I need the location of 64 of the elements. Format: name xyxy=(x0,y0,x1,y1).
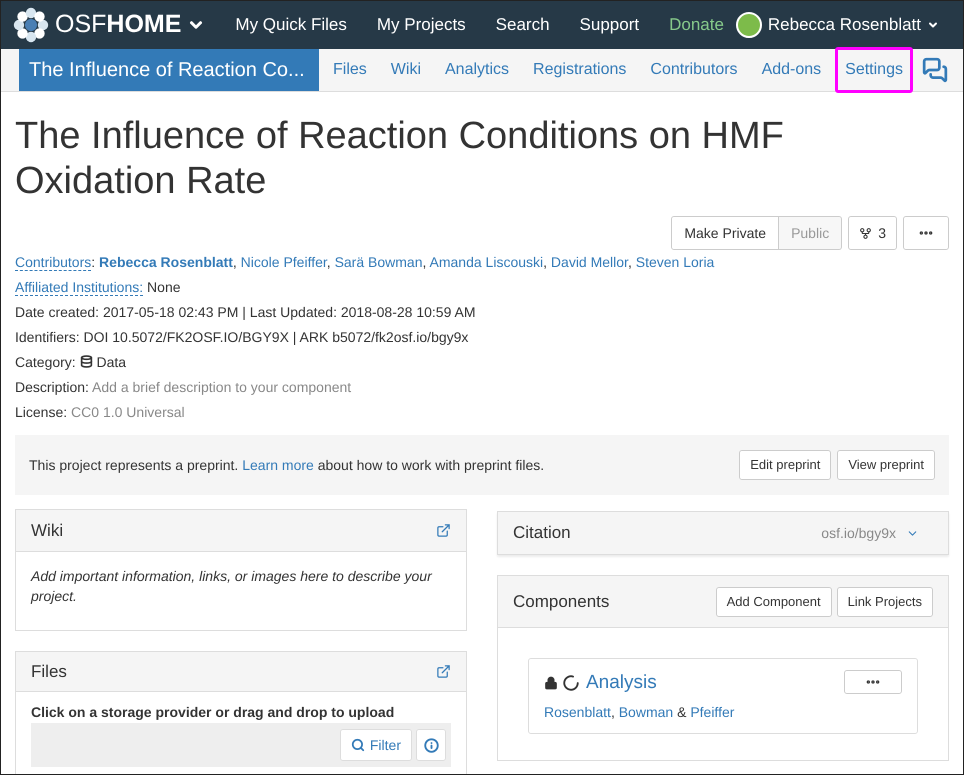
name-link[interactable]: Steven Loria xyxy=(636,254,714,270)
project-title: The Influence of Reaction Conditions on HMF Oxidation Rate xyxy=(15,114,785,204)
loading-icon xyxy=(562,674,580,692)
component-action-button[interactable]: Add Component xyxy=(716,586,832,616)
user-menu[interactable]: Rebecca Rosenblatt xyxy=(736,12,939,38)
nav-link[interactable]: Search xyxy=(496,12,550,38)
name-link[interactable]: Learn more xyxy=(242,456,314,472)
nav-link[interactable]: My Quick Files xyxy=(235,12,347,38)
preprint-button[interactable]: Edit preprint xyxy=(739,450,832,480)
citation-link: osf.io/bgy9x xyxy=(821,524,896,543)
wiki-intro-text: Add important information, links, or images here to describe your project. xyxy=(30,567,434,606)
logo-icon xyxy=(13,7,49,43)
nav-link[interactable]: Donate xyxy=(669,12,724,38)
name-link[interactable]: Sarä Bowman xyxy=(334,254,422,270)
external-link-icon[interactable] xyxy=(436,664,451,679)
nav-link[interactable]: Support xyxy=(580,12,640,38)
search-icon xyxy=(350,738,365,752)
project-tab[interactable]: Wiki xyxy=(380,47,431,93)
panel-title: Files xyxy=(31,660,67,683)
citation-panel[interactable]: Citation osf.io/bgy9x xyxy=(497,511,949,555)
nav-link[interactable]: My Projects xyxy=(376,12,466,38)
brand-link[interactable]: OSFHOME xyxy=(13,6,206,44)
project-tab[interactable]: Analytics xyxy=(435,47,520,93)
forks-button[interactable]: 3 xyxy=(848,216,897,250)
project-tab[interactable]: Add-ons xyxy=(752,47,832,93)
meta-line: Description: Add a brief description to your component xyxy=(15,378,352,397)
component-link[interactable]: Analysis xyxy=(586,669,657,698)
meta-line: Affiliated Institutions: None xyxy=(15,278,182,298)
project-title-tab[interactable]: The Influence of Reaction Co... xyxy=(19,49,319,91)
avatar-icon xyxy=(736,12,762,38)
component-authors: Rosenblatt, Bowman & Pfeiffer xyxy=(544,702,734,722)
label-link[interactable]: Affiliated Institutions: xyxy=(15,279,144,296)
external-link-icon[interactable] xyxy=(436,523,451,538)
panel-title: Components xyxy=(513,590,610,613)
component-action-button[interactable]: Link Projects xyxy=(836,586,933,616)
info-icon xyxy=(424,738,438,752)
panel-title: Wiki xyxy=(31,520,64,542)
name-link[interactable]: David Mellor xyxy=(550,254,628,270)
make-private-button[interactable]: Make Private xyxy=(671,216,780,250)
database-icon xyxy=(80,355,93,368)
meta-line: Category: Data xyxy=(15,353,128,372)
preprint-button[interactable]: View preprint xyxy=(837,450,935,480)
info-button[interactable] xyxy=(416,729,446,761)
meta-line: Contributors: Rebecca Rosenblatt, Nicole Pfeiffer, Sarä Bowman, Amanda Liscouski, David Mellor, Steven Loria xyxy=(15,253,716,273)
preprint-message: This project represents a preprint. Learn more about how to work with preprint files. xyxy=(29,456,544,475)
name-link[interactable]: Nicole Pfeiffer xyxy=(240,254,327,270)
filter-button[interactable]: Filter xyxy=(340,729,412,761)
project-tab[interactable]: Contributors xyxy=(640,47,748,93)
name-link[interactable]: Rebecca Rosenblatt xyxy=(99,254,233,270)
fork-icon xyxy=(859,226,872,240)
meta-line: Date created: 2017-05-18 02:43 PM | Last Updated: 2018-08-28 10:59 AM xyxy=(15,303,476,322)
name-link[interactable]: Rosenblatt xyxy=(544,704,611,720)
project-tab[interactable]: Settings xyxy=(835,47,913,93)
label-link[interactable]: Contributors xyxy=(15,254,92,271)
name-link[interactable]: Bowman xyxy=(618,704,674,720)
meta-line: License: CC0 1.0 Universal xyxy=(15,403,186,422)
project-tab[interactable]: Files xyxy=(323,47,377,93)
upload-hint: Click on a storage provider or drag and drop to upload xyxy=(31,703,396,722)
panel-title: Citation xyxy=(513,522,571,544)
project-tab[interactable]: Registrations xyxy=(523,47,636,93)
name-link[interactable]: Amanda Liscouski xyxy=(430,254,544,270)
meta-line: Identifiers: DOI 10.5072/FK2OSF.IO/BGY9X | ARK b5072/fk2osf.io/bgy9x xyxy=(15,328,470,347)
comments-icon[interactable] xyxy=(921,57,949,83)
name-link[interactable]: Pfeiffer xyxy=(690,704,734,720)
